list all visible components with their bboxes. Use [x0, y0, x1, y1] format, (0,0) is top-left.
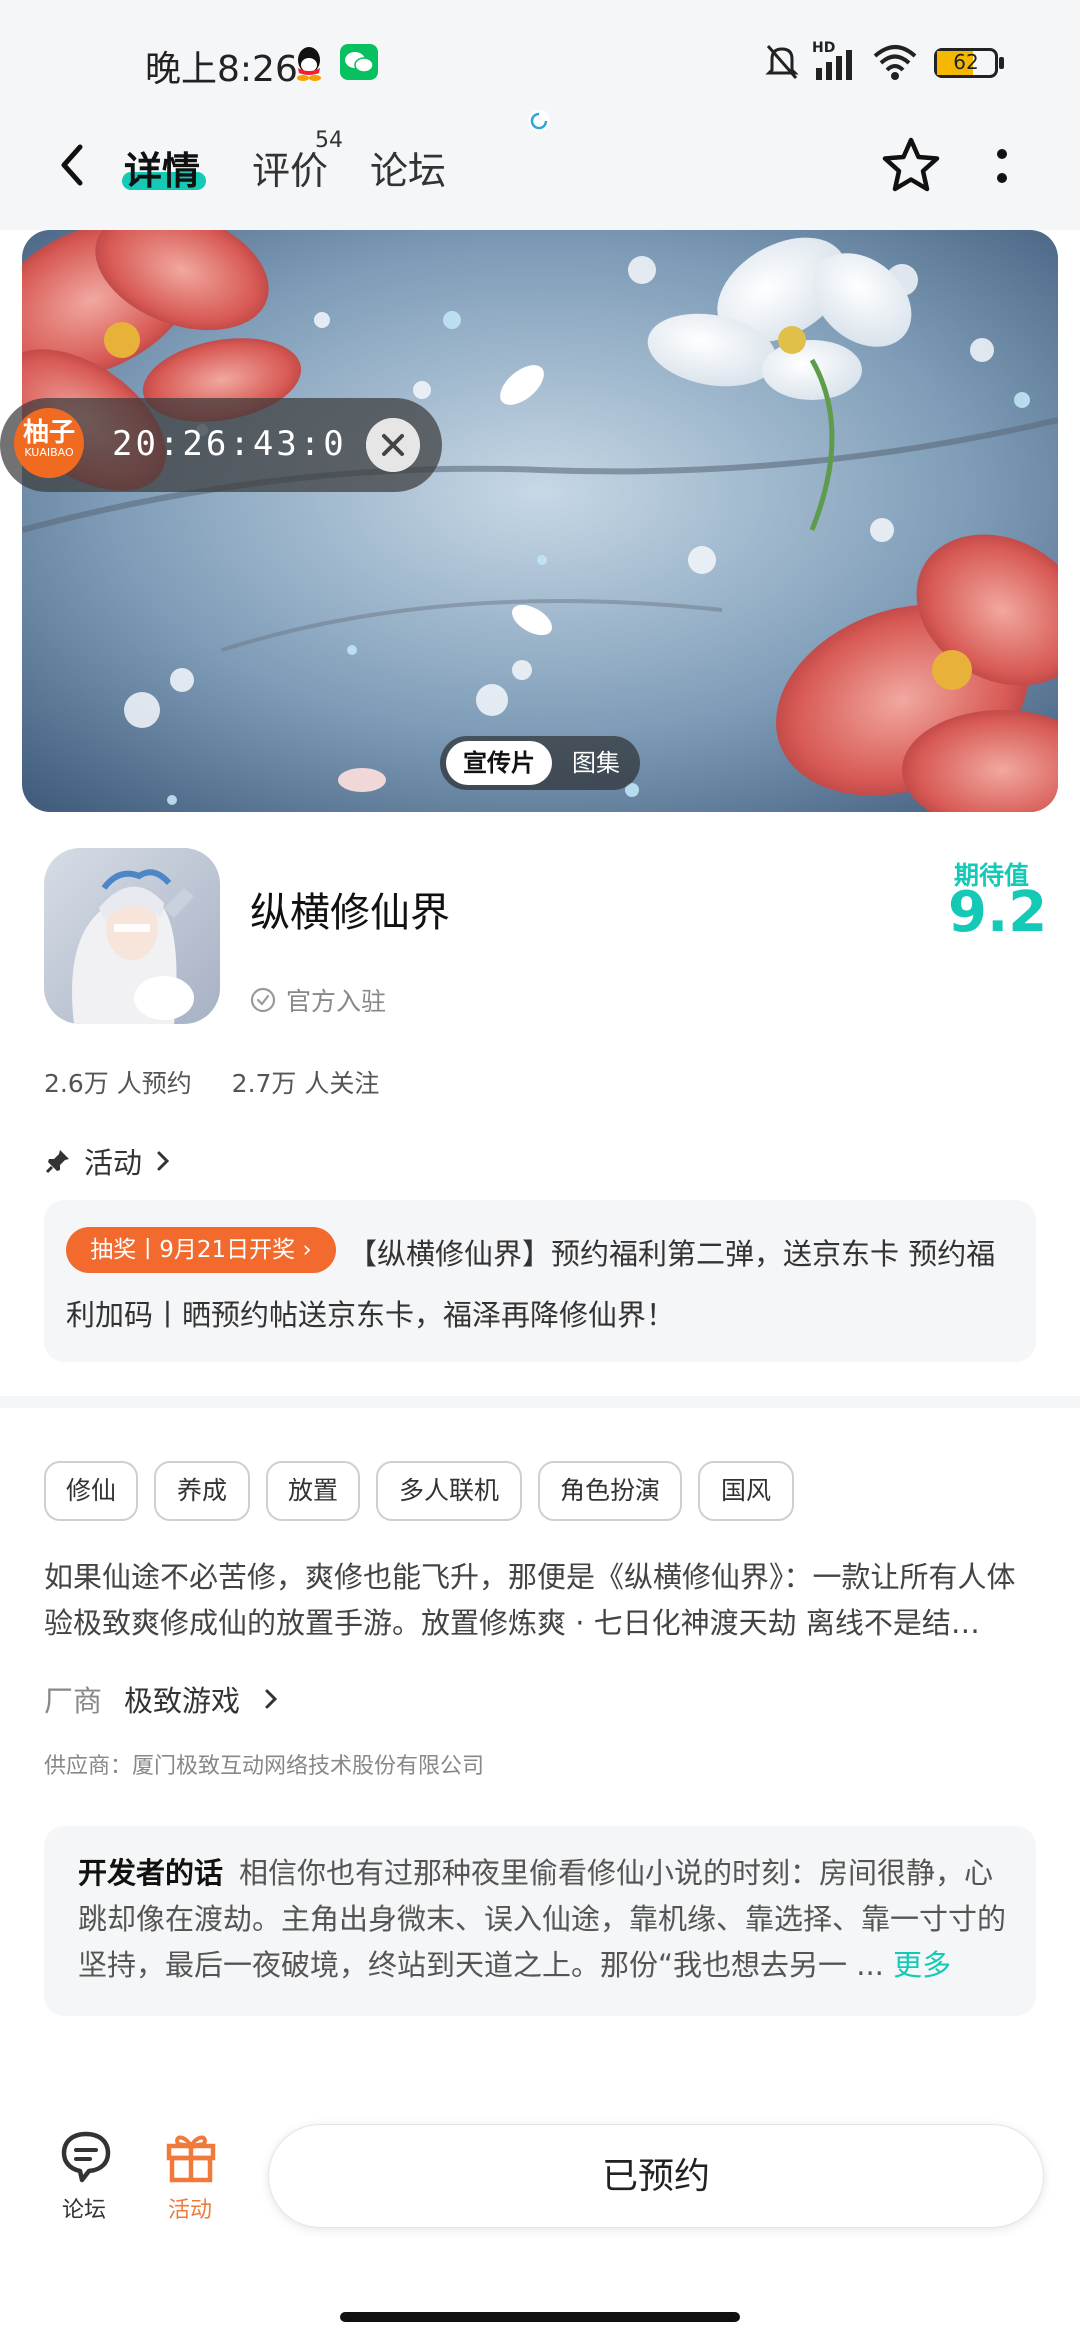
review-count-badge: 54 [315, 128, 343, 153]
supplier-info: 供应商：厦门极致互动网络技术股份有限公司 [44, 1754, 485, 1779]
description-line: 验极致爽修成仙的放置手游。放置修炼爽 · 七日化神渡天劫 离线不是结… [44, 1606, 980, 1640]
vendor-name: 极致游戏 [124, 1684, 241, 1718]
wechat-icon [340, 44, 378, 80]
more-options-icon[interactable] [990, 145, 1014, 189]
battery-level: 62 [953, 50, 979, 74]
developer-notes-label: 开发者的话 [78, 1856, 224, 1890]
section-divider [0, 1396, 1080, 1408]
official-badge-label: 官方入驻 [286, 987, 387, 1016]
game-icon-artwork [44, 848, 220, 1024]
back-icon[interactable] [50, 135, 100, 195]
promo-video-banner[interactable] [22, 230, 1058, 812]
kuaibao-logo: 柚子 KUAIBAO [14, 408, 84, 478]
forum-chat-icon[interactable] [56, 2128, 116, 2184]
gift-icon[interactable] [162, 2126, 220, 2184]
game-stats: 2.6万 人预约 2.7万 人关注 [44, 1064, 411, 1100]
vendor-row[interactable]: 厂商 极致游戏 [44, 1678, 280, 1720]
countdown-time: 20:26:43:0 [112, 424, 347, 464]
activity-section-label: 活动 [84, 1146, 143, 1180]
description-line: 如果仙途不必苦修，爽修也能飞升，那便是《纵横修仙界》：一款让所有人体 [44, 1560, 1016, 1594]
tag-guofeng[interactable]: 国风 [698, 1461, 794, 1521]
tag-xiuxian[interactable]: 修仙 [44, 1461, 138, 1521]
mute-icon [765, 45, 799, 79]
vendor-label: 厂商 [44, 1684, 103, 1718]
expectation-score: 9.2 [948, 880, 1048, 945]
chevron-right-icon [157, 1151, 170, 1171]
tag-yangcheng[interactable]: 养成 [154, 1461, 250, 1521]
bottom-forum-label[interactable]: 论坛 [62, 2192, 106, 2224]
loading-spinner-icon [528, 110, 550, 132]
signal-icon [816, 50, 852, 80]
status-time: 晚上8:26 [145, 49, 298, 90]
check-circle-icon [250, 987, 276, 1013]
wifi-icon [873, 45, 917, 80]
pin-icon [45, 1150, 69, 1174]
qq-icon [297, 47, 321, 81]
tab-detail[interactable]: 详情 [124, 140, 200, 195]
chevron-right-icon [265, 1689, 278, 1709]
game-title: 纵横修仙界 [250, 890, 450, 936]
more-link[interactable]: 更多 [893, 1948, 951, 1982]
follower-count: 2.7万 人关注 [231, 1069, 380, 1098]
bottom-activity-label[interactable]: 活动 [168, 2192, 212, 2224]
battery-tip [999, 57, 1004, 69]
activity-description: 【纵横修仙界】预约福利第二弹，送京东卡 预约福利加码丨晒预约帖送京东卡，福泽再降… [66, 1237, 996, 1332]
home-indicator[interactable] [340, 2312, 740, 2322]
activity-section-header[interactable]: 活动 [44, 1140, 172, 1182]
developer-notes: 开发者的话 相信你也有过那种夜里偷看修仙小说的时刻：房间很静，心跳却像在渡劫。主角… [78, 1850, 1008, 1988]
tab-forum[interactable]: 论坛 [370, 140, 446, 195]
close-icon[interactable] [366, 418, 420, 472]
reserved-button[interactable]: 已预约 [268, 2124, 1044, 2228]
tag-fangzhi[interactable]: 放置 [266, 1461, 360, 1521]
reservation-count: 2.6万 人预约 [44, 1069, 192, 1098]
game-description[interactable]: 如果仙途不必苦修，爽修也能飞升，那便是《纵横修仙界》：一款让所有人体 验极致爽修… [44, 1554, 1034, 1646]
media-tab-video[interactable]: 宣传片 [446, 741, 552, 785]
banner-artwork [22, 230, 1058, 812]
official-badge: 官方入驻 [250, 982, 386, 1018]
media-tab-gallery[interactable]: 图集 [560, 741, 632, 785]
tag-multiplayer[interactable]: 多人联机 [376, 1461, 522, 1521]
tag-rpg[interactable]: 角色扮演 [538, 1461, 682, 1521]
game-icon[interactable] [44, 848, 220, 1024]
favorite-star-icon[interactable] [880, 135, 942, 197]
